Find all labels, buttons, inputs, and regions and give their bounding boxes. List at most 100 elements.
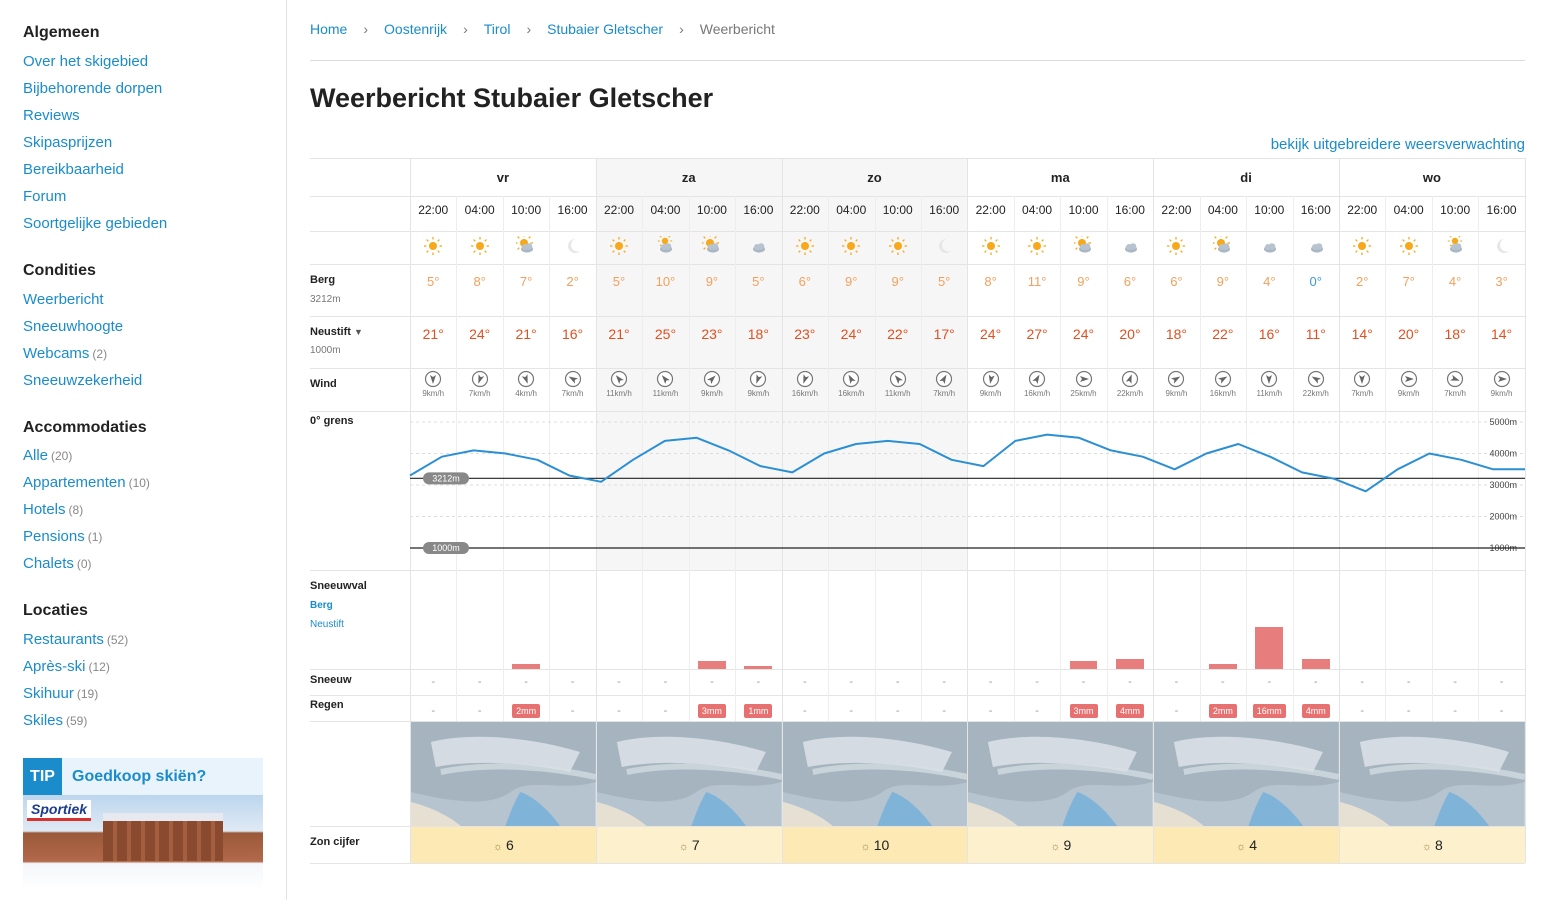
sidebar-item-apres-ski[interactable]: Après-ski (12)	[23, 658, 110, 675]
sidebar-item-reviews[interactable]: Reviews	[23, 107, 80, 124]
snow-amount: -	[570, 676, 575, 688]
snowfall-bar	[1069, 661, 1098, 669]
sidebar-item-skipasprijzen[interactable]: Skipasprijzen	[23, 134, 112, 151]
sidebar-item-chalets[interactable]: Chalets (0)	[23, 555, 92, 572]
rain-amount-cell: -	[1339, 701, 1385, 719]
rain-amount: -	[849, 705, 854, 717]
sidebar-item-webcams[interactable]: Webcams (2)	[23, 345, 107, 362]
sidebar-item-sneeuwzekerheid[interactable]: Sneeuwzekerheid	[23, 372, 142, 389]
divider	[310, 60, 1525, 61]
rain-amount-cell: -	[1432, 701, 1478, 719]
sidebar-item-alle[interactable]: Alle (20)	[23, 447, 72, 464]
rain-amount: 3mm	[697, 704, 726, 718]
dropdown-icon[interactable]: ▼	[354, 327, 363, 337]
rain-amount: -	[1406, 705, 1411, 717]
sidebar-item-bereikbaarheid[interactable]: Bereikbaarheid	[23, 161, 124, 178]
rain-amount: 3mm	[1069, 704, 1098, 718]
berg-temp: 9°	[1077, 274, 1090, 289]
neustift-temp: 18°	[747, 326, 769, 342]
sidebar-item-label: Webcams	[23, 345, 90, 362]
sidebar-item-count: (52)	[106, 633, 129, 647]
snow-amount: -	[617, 676, 621, 688]
breadcrumb-link-home[interactable]: Home	[310, 21, 347, 37]
rain-amount: 1mm	[744, 704, 773, 718]
neustift-temp: 17°	[933, 326, 955, 342]
time-cell: 22:00	[1161, 203, 1192, 217]
sidebar-item-label: Bereikbaarheid	[23, 161, 124, 178]
weather-map[interactable]	[1340, 722, 1525, 826]
wind-speed: 9km/h	[701, 389, 723, 398]
weather-map[interactable]	[596, 722, 782, 826]
rain-amount-cell: -	[456, 701, 502, 719]
rain-amount-cell: -	[875, 701, 921, 719]
rain-amount-cell: -	[921, 701, 967, 719]
sidebar-item-hotels[interactable]: Hotels (8)	[23, 501, 83, 518]
wind-speed: 9km/h	[747, 389, 770, 398]
sun-cloud-icon	[1060, 234, 1106, 261]
time-cell: 04:00	[1022, 203, 1053, 217]
sidebar-item-skihuur[interactable]: Skihuur (19)	[23, 685, 98, 702]
axis-tick-label: 2000m	[1489, 512, 1517, 522]
snow-amount: -	[663, 676, 668, 688]
page-title: Weerbericht Stubaier Gletscher	[310, 83, 714, 113]
wind-speed: 11km/h	[1256, 389, 1283, 398]
row-divider	[310, 264, 1525, 265]
breadcrumb-link-stubaier-gletscher[interactable]: Stubaier Gletscher	[547, 21, 663, 37]
wind-speed: 7km/h	[933, 389, 956, 398]
rain-amount: -	[1035, 705, 1039, 717]
sidebar-item-sneeuwhoogte[interactable]: Sneeuwhoogte	[23, 318, 123, 335]
snow-amount: -	[756, 676, 761, 688]
sidebar-item-count: (59)	[66, 714, 88, 728]
sidebar-item-skiles[interactable]: Skiles (59)	[23, 712, 87, 729]
sidebar-item-over-het-skigebied[interactable]: Over het skigebied	[23, 53, 148, 70]
sidebar-item-soortgelijke-gebieden[interactable]: Soortgelijke gebieden	[23, 215, 167, 232]
zon-cell: ☼ 4	[1154, 827, 1339, 863]
tip-box[interactable]: TIP Goedkoop skiën? Sportiek	[23, 758, 263, 890]
sidebar-item-weerbericht[interactable]: Weerbericht	[23, 291, 104, 308]
zon-cell: ☼ 9	[968, 827, 1154, 863]
tip-title[interactable]: Goedkoop skiën?	[72, 768, 206, 786]
tip-image[interactable]: Sportiek	[23, 795, 263, 890]
sidebar-item-count: (0)	[76, 557, 92, 571]
rain-amount: -	[1360, 705, 1365, 717]
wind-speed: 22km/h	[1116, 389, 1144, 398]
breadcrumb-link-tirol[interactable]: Tirol	[484, 21, 511, 37]
berg-temp: 6°	[1170, 274, 1183, 289]
sidebar-item-forum[interactable]: Forum	[23, 188, 66, 205]
neustift-temp: 21°	[422, 326, 444, 342]
sidebar-item-count: (8)	[68, 503, 84, 517]
weather-map[interactable]	[782, 722, 968, 826]
snow-amount: -	[895, 676, 900, 688]
wind-speed: 11km/h	[652, 389, 679, 398]
sidebar-item-appartementen[interactable]: Appartementen (10)	[23, 474, 150, 491]
neustift-temp: 27°	[1026, 326, 1048, 342]
sun-icon: ☼	[1050, 841, 1061, 853]
forecast-grid: Berg 3212m Neustift ▼ 1000m Wind 0° grens Sneeu…	[310, 158, 1526, 864]
neustift-temp: 24°	[1072, 326, 1095, 342]
time-cell: 22:00	[975, 203, 1006, 217]
sidebar-item-pensions[interactable]: Pensions (1)	[23, 528, 102, 545]
more-forecast-link[interactable]: bekijk uitgebreidere weersverwachting	[1271, 136, 1525, 153]
sportiek-logo: Sportiek	[27, 800, 92, 821]
weather-map[interactable]	[1154, 722, 1339, 826]
tip-badge: TIP	[23, 758, 62, 795]
sidebar-item-restaurants[interactable]: Restaurants (52)	[23, 631, 128, 648]
main-content: Home › Oostenrijk › Tirol › Stubaier Gletscher…	[310, 0, 1526, 900]
neustift-temp: 24°	[469, 326, 491, 342]
weather-map[interactable]	[968, 722, 1154, 826]
breadcrumb-current: Weerbericht	[699, 21, 775, 37]
snow-label: Sneeuw	[310, 674, 352, 686]
zon-cell: ☼ 8	[1340, 827, 1525, 863]
weather-map[interactable]	[411, 722, 596, 826]
breadcrumb-link-oostenrijk[interactable]: Oostenrijk	[384, 21, 447, 37]
berg-temp: 2°	[1356, 274, 1369, 289]
sun-icon: ☼	[860, 841, 871, 853]
snow-amount: -	[1128, 676, 1132, 688]
sun-icon: ☼	[1236, 841, 1247, 853]
berg-altitude: 3212m	[310, 294, 341, 305]
sun-icon: ☼	[1421, 841, 1433, 853]
sidebar-item-bijbehorende-dorpen[interactable]: Bijbehorende dorpen	[23, 80, 162, 97]
neustift-temp: 22°	[887, 326, 909, 342]
neustift-temp: 14°	[1351, 326, 1373, 342]
berg-temp: 10°	[655, 274, 676, 289]
